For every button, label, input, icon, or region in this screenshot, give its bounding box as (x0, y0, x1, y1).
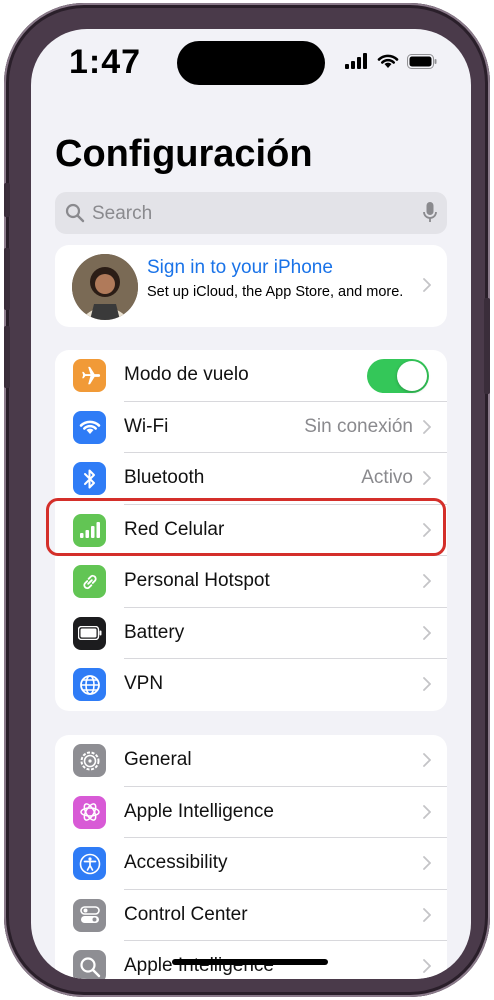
settings-row-label: General (124, 749, 192, 770)
sign-in-subtitle: Set up iCloud, the App Store, and more. (147, 284, 404, 300)
settings-row-value: Sin conexión (304, 415, 413, 437)
microphone-icon[interactable] (423, 201, 437, 225)
chevron-right-icon (423, 856, 432, 875)
apple-account-card[interactable]: Sign in to your iPhone Set up iCloud, th… (55, 245, 447, 327)
search-icon (65, 203, 85, 223)
search-field[interactable]: Search (55, 192, 447, 234)
settings-row-apple-intelligence[interactable]: Apple Intelligence (55, 787, 447, 838)
airplane-icon (73, 359, 106, 392)
settings-row-label: Wi-Fi (124, 415, 169, 437)
settings-row-bluetooth[interactable]: Bluetooth Activo (55, 453, 447, 505)
side-button (484, 298, 490, 394)
settings-row-label: VPN (124, 673, 164, 694)
general-group: General Apple Intelligence Accessibility Co… (55, 735, 447, 979)
chevron-right-icon (423, 419, 432, 439)
settings-row-battery[interactable]: Battery (55, 608, 447, 659)
page-title: Configuración (55, 133, 313, 175)
toggle-knob (397, 361, 427, 391)
settings-row-value: Activo (361, 467, 413, 488)
dynamic-island (177, 41, 325, 85)
volume-down-button (4, 326, 10, 388)
chevron-right-icon (423, 753, 432, 772)
wifi-icon (73, 410, 106, 444)
hotspot-icon (73, 565, 106, 598)
chevron-right-icon (423, 677, 432, 696)
highlight-box (46, 498, 446, 556)
chevron-right-icon (423, 907, 432, 927)
settings-row-vpn[interactable]: VPN (55, 659, 447, 711)
settings-row-label: Battery (124, 621, 185, 643)
accessibility-icon (73, 847, 106, 880)
settings-row-label: Accessibility (124, 852, 228, 873)
home-indicator[interactable] (172, 959, 328, 965)
avatar (72, 254, 138, 320)
settings-row-modo-de-vuelo[interactable]: Modo de vuelo (55, 350, 447, 402)
search-placeholder: Search (92, 203, 153, 224)
settings-row-general[interactable]: General (55, 735, 447, 787)
bluetooth-icon (73, 462, 106, 495)
status-icons (345, 53, 437, 69)
settings-row-label: Modo de vuelo (124, 364, 249, 385)
settings-row-label: Bluetooth (124, 467, 205, 488)
settings-row-label: Personal Hotspot (124, 570, 270, 591)
action-button (4, 183, 10, 217)
settings-row-accessibility[interactable]: Accessibility (55, 838, 447, 890)
status-time: 1:47 (69, 43, 142, 81)
sign-in-title: Sign in to your iPhone (147, 257, 333, 278)
signal-icon (345, 53, 367, 69)
volume-up-button (4, 248, 10, 310)
chevron-right-icon (423, 278, 431, 292)
settings-row-control-center[interactable]: Control Center (55, 890, 447, 941)
settings-row-label: Control Center (124, 903, 248, 925)
search-icon (73, 950, 106, 979)
airplane-mode-toggle[interactable] (367, 359, 429, 393)
control-center-icon (73, 898, 106, 932)
apple-intelligence-icon (73, 795, 106, 829)
gear-icon (73, 744, 106, 777)
chevron-right-icon (423, 574, 432, 593)
battery-status-icon (407, 53, 437, 69)
settings-row-personal-hotspot[interactable]: Personal Hotspot (55, 556, 447, 608)
wifi-status-icon (377, 54, 399, 68)
settings-row-label: Apple Intelligence (124, 800, 274, 822)
chevron-right-icon (423, 804, 432, 824)
battery-icon (73, 616, 106, 650)
chevron-right-icon (423, 625, 432, 645)
chevron-right-icon (423, 959, 432, 978)
settings-row-wi-fi[interactable]: Wi-Fi Sin conexión (55, 402, 447, 453)
vpn-globe-icon (73, 668, 106, 701)
chevron-right-icon (423, 471, 432, 490)
